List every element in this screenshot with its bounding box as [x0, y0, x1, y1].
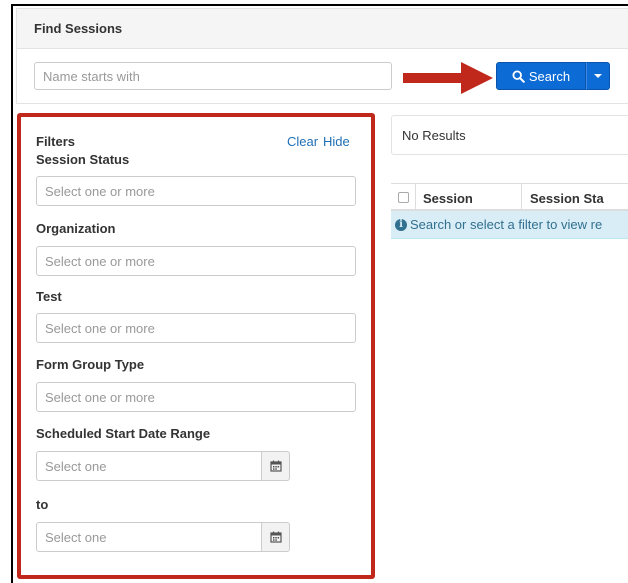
column-divider [415, 184, 416, 210]
start-date-input[interactable] [36, 451, 262, 481]
search-button[interactable]: Search [496, 62, 586, 90]
column-header-session-status[interactable]: Session Sta [530, 191, 604, 206]
results-table-header: Session Session Sta [391, 183, 628, 211]
organization-select[interactable] [36, 246, 356, 276]
search-options-toggle[interactable] [586, 62, 610, 90]
hide-filters-link[interactable]: Hide [323, 134, 350, 149]
search-icon [512, 69, 525, 83]
filters-panel: Filters Clear Hide Session Status Organi… [17, 113, 375, 579]
results-status-bar: No Results [391, 115, 628, 155]
end-date-calendar-button[interactable] [262, 522, 290, 552]
column-divider [521, 184, 522, 210]
end-date-input[interactable] [36, 522, 262, 552]
arrow-right-icon [403, 62, 493, 94]
results-status-text: No Results [402, 128, 466, 143]
filters-title: Filters [36, 134, 76, 149]
chevron-down-icon [594, 74, 602, 78]
date-range-to-label: to [36, 497, 49, 512]
start-date-calendar-button[interactable] [262, 451, 290, 481]
session-status-select[interactable] [36, 176, 356, 206]
info-icon: i [395, 218, 407, 231]
form-group-type-label: Form Group Type [36, 357, 145, 372]
calendar-icon [269, 460, 282, 472]
date-range-label: Scheduled Start Date Range [36, 426, 211, 441]
test-label: Test [36, 289, 62, 304]
calendar-icon [269, 531, 282, 543]
session-status-label: Session Status [36, 152, 130, 167]
page-title: Find Sessions [34, 21, 123, 36]
test-select[interactable] [36, 313, 356, 343]
search-input[interactable] [34, 62, 392, 90]
organization-label: Organization [36, 221, 116, 236]
select-all-checkbox[interactable] [398, 192, 409, 203]
search-button-label: Search [528, 68, 571, 84]
info-message: i Search or select a filter to view re [395, 217, 602, 232]
form-group-type-select[interactable] [36, 382, 356, 412]
info-message-row: i Search or select a filter to view re [391, 211, 628, 239]
column-header-session[interactable]: Session [423, 191, 473, 206]
info-message-text: Search or select a filter to view re [410, 217, 603, 232]
panel-heading: Find Sessions [17, 9, 628, 49]
clear-filters-link[interactable]: Clear [287, 134, 318, 149]
